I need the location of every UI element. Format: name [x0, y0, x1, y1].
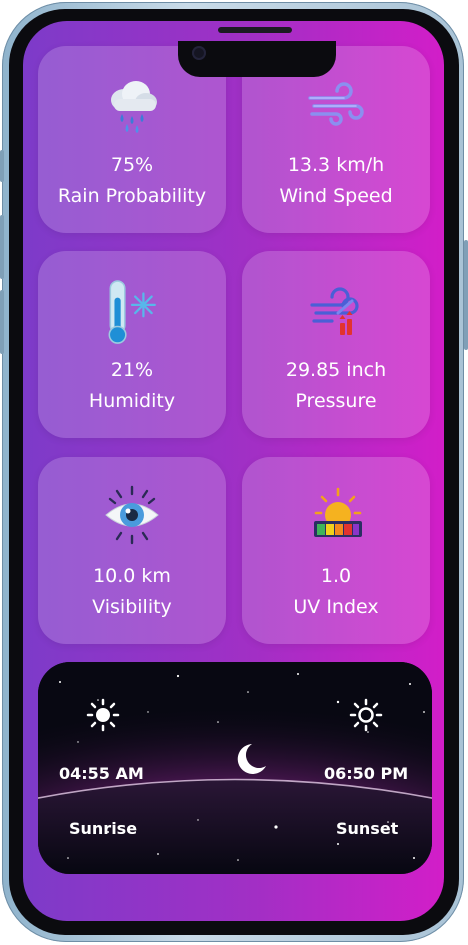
- rain-probability-value: 75%: [110, 154, 154, 176]
- pressure-value: 29.85 inch: [285, 359, 387, 381]
- uv-index-label: UV Index: [293, 596, 379, 618]
- phone-side-button: [464, 240, 468, 350]
- sunrise-sunset-panel: 04:55 AM 06:50 PM Sunrise Sunset: [38, 662, 432, 874]
- visibility-label: Visibility: [92, 596, 172, 618]
- sunset-label: Sunset: [336, 819, 399, 838]
- sunset-time: 06:50 PM: [324, 764, 409, 783]
- sunset-sun-icon: [349, 698, 383, 732]
- pressure-card: 29.85 inch Pressure: [242, 251, 430, 438]
- sunrise-sun-icon: [86, 698, 120, 732]
- sunrise-label: Sunrise: [69, 819, 138, 838]
- visibility-card: 10.0 km Visibility: [38, 457, 226, 644]
- pressure-wind-icon: [310, 287, 359, 335]
- rain-cloud-icon: [111, 81, 157, 133]
- uv-index-card: 1.0 UV Index: [242, 457, 430, 644]
- wind-speed-label: Wind Speed: [279, 185, 393, 207]
- wind-icon: [308, 82, 364, 126]
- phone-side-button: [0, 215, 4, 279]
- humidity-value: 21%: [110, 359, 154, 381]
- uv-sun-icon: [314, 487, 362, 537]
- thermometer-snow-icon: [108, 280, 156, 344]
- humidity-label: Humidity: [88, 390, 176, 412]
- uv-index-value: 1.0: [320, 565, 352, 587]
- phone-side-button: [0, 150, 4, 182]
- phone-side-button: [0, 290, 4, 354]
- wind-speed-value: 13.3 km/h: [287, 154, 385, 176]
- humidity-card: 21% Humidity: [38, 251, 226, 438]
- phone-speaker: [218, 27, 292, 33]
- eye-icon: [105, 485, 159, 545]
- front-camera: [192, 46, 206, 60]
- sunrise-time: 04:55 AM: [59, 764, 144, 783]
- pressure-label: Pressure: [295, 390, 377, 412]
- rain-probability-label: Rain Probability: [57, 185, 207, 207]
- visibility-value: 10.0 km: [93, 565, 171, 587]
